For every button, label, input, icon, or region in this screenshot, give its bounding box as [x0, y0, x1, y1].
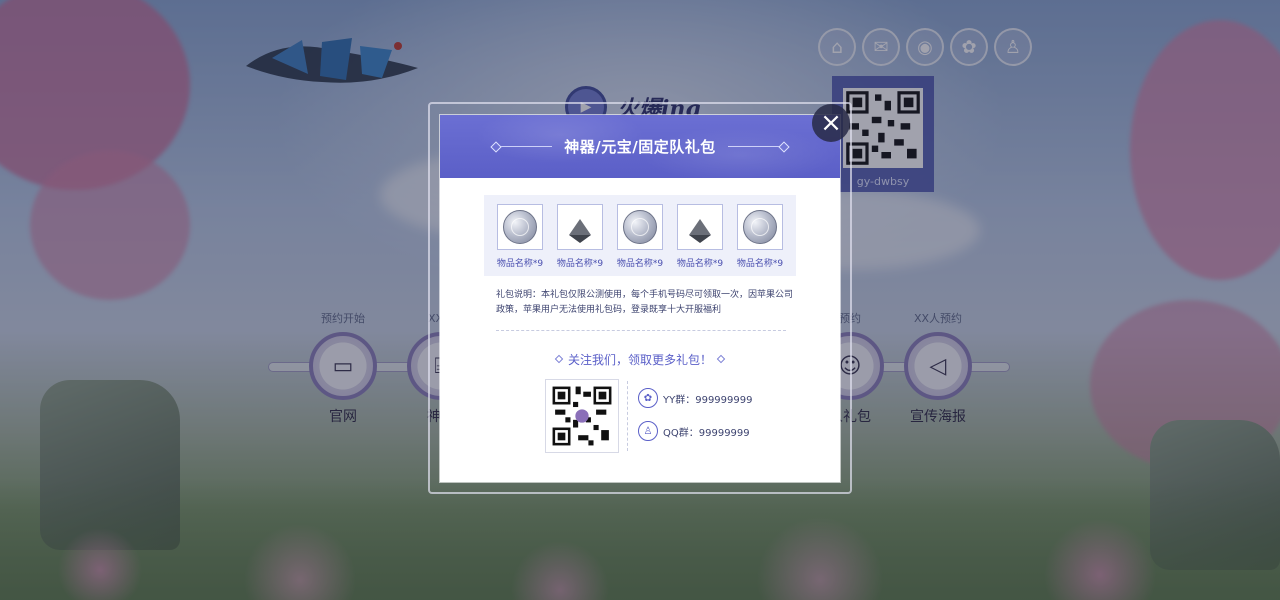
item-name: 物品名称*9 — [736, 259, 784, 269]
silver-coin-icon — [623, 210, 657, 244]
reward-item[interactable]: 物品名称*9 — [492, 204, 548, 276]
follow-prompt: 关注我们，领取更多礼包！ — [440, 351, 840, 368]
item-frame — [497, 204, 543, 250]
qr-code-image — [550, 384, 614, 448]
qq-icon: ♙ — [638, 421, 658, 441]
reward-items: 物品名称*9 物品名称*9 物品名称*9 物品名称*9 物品名称*9 — [484, 195, 796, 276]
divider — [627, 381, 628, 451]
item-name: 物品名称*9 — [676, 259, 724, 269]
follow-qr-code — [545, 379, 619, 453]
item-frame — [617, 204, 663, 250]
diamond-icon — [716, 354, 726, 364]
item-frame — [677, 204, 723, 250]
gem-icon — [569, 219, 591, 243]
reward-item[interactable]: 物品名称*9 — [612, 204, 668, 276]
gift-modal: 神器/元宝/固定队礼包 物品名称*9 物品名称*9 物品名称*9 物品名称*9 … — [440, 115, 840, 482]
gift-description: 礼包说明：本礼包仅限公测使用，每个手机号码尽可领取一次，因苹果公司政策，苹果用户… — [496, 290, 794, 315]
silver-coin-icon — [743, 210, 777, 244]
reward-item[interactable]: 物品名称*9 — [732, 204, 788, 276]
item-name: 物品名称*9 — [556, 259, 604, 269]
item-frame — [737, 204, 783, 250]
header-ornament — [727, 146, 784, 147]
reward-item[interactable]: 物品名称*9 — [552, 204, 608, 276]
item-name: 物品名称*9 — [496, 259, 544, 269]
reward-item[interactable]: 物品名称*9 — [672, 204, 728, 276]
yy-group-contact[interactable]: ✿ YY群：999999999 — [638, 388, 752, 408]
item-frame — [557, 204, 603, 250]
silver-coin-icon — [503, 210, 537, 244]
diamond-icon — [554, 354, 564, 364]
header-ornament — [496, 146, 553, 147]
contact-text: QQ群：99999999 — [663, 427, 750, 439]
modal-title: 神器/元宝/固定队礼包 — [564, 138, 716, 156]
yy-icon: ✿ — [638, 388, 658, 408]
modal-header: 神器/元宝/固定队礼包 — [440, 115, 840, 178]
divider — [496, 330, 786, 331]
gem-icon — [689, 219, 711, 243]
qq-group-contact[interactable]: ♙ QQ群：99999999 — [638, 421, 750, 441]
item-name: 物品名称*9 — [616, 259, 664, 269]
contact-text: YY群：999999999 — [663, 394, 753, 406]
close-button[interactable]: × — [812, 104, 850, 142]
follow-text: 关注我们，领取更多礼包！ — [567, 353, 712, 367]
